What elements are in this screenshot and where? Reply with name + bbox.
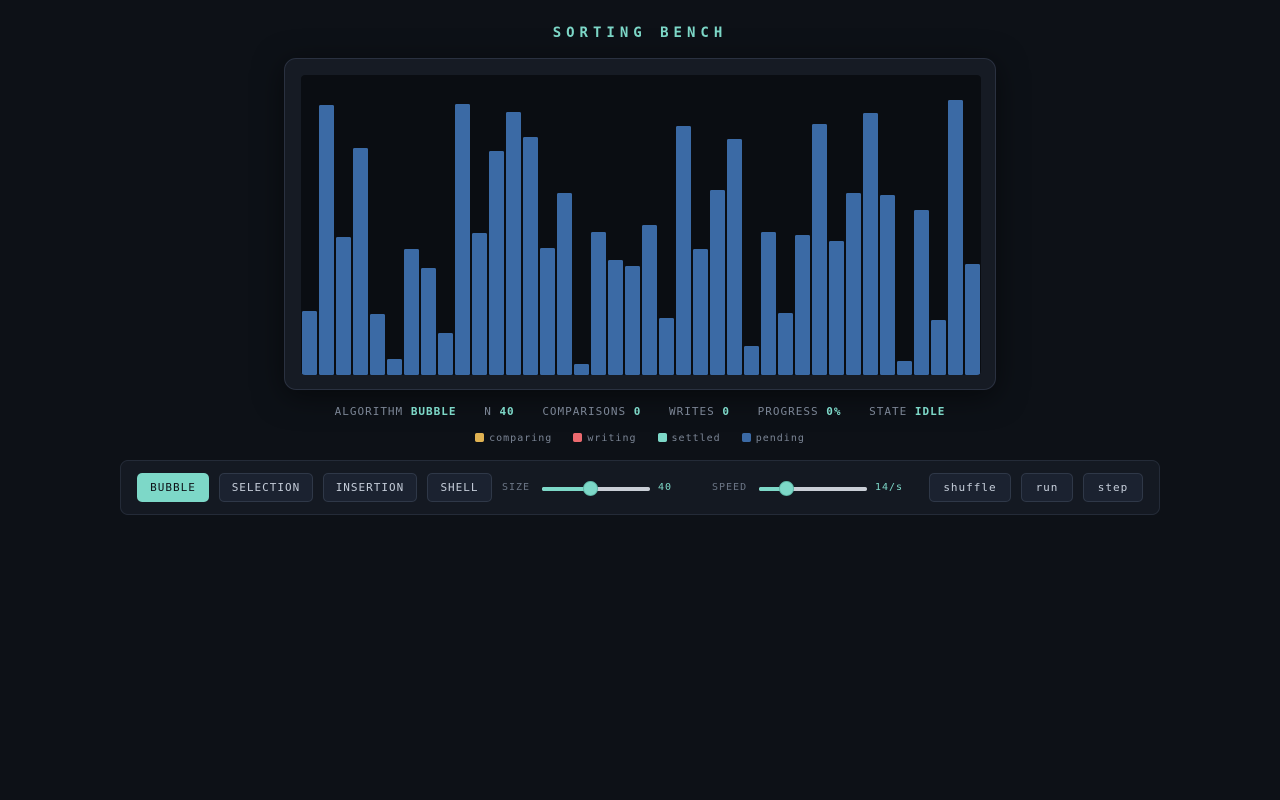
stat-progress-value: 0% [826, 405, 842, 418]
stat-n-label: N [484, 405, 492, 418]
array-bar [523, 137, 538, 375]
speed-slider-thumb[interactable] [779, 481, 794, 496]
array-bar [812, 124, 827, 375]
control-panel: BUBBLE SELECTION INSERTION SHELL SIZE 40… [120, 460, 1160, 515]
stat-progress-label: PROGRESS [757, 405, 819, 418]
stat-state-label: STATE [869, 405, 908, 418]
array-bar [931, 320, 946, 375]
array-bar [557, 193, 572, 375]
array-bar [421, 268, 436, 375]
step-button[interactable]: step [1083, 473, 1143, 502]
settled-swatch [657, 433, 667, 442]
legend-item-pending: pending [741, 433, 805, 445]
legend-label: comparing [489, 433, 553, 444]
array-bar [608, 260, 623, 375]
array-bar [778, 313, 793, 375]
stat-state: STATE IDLE [869, 405, 945, 418]
legend-label: settled [671, 433, 721, 444]
array-bar [302, 311, 317, 375]
stat-n-value: 40 [499, 405, 515, 418]
array-bar [727, 139, 742, 375]
algorithm-button-bubble[interactable]: BUBBLE [137, 473, 209, 502]
array-bar [472, 233, 487, 375]
stat-comparisons: COMPARISONS 0 [542, 405, 641, 418]
size-slider-thumb[interactable] [582, 481, 598, 496]
array-bar [710, 190, 725, 375]
legend-item-writing: writing [573, 433, 636, 445]
array-bar [744, 346, 759, 375]
stat-progress: PROGRESS 0% [758, 405, 842, 418]
array-bar [914, 210, 929, 375]
speed-label: SPEED [712, 482, 748, 493]
array-bar [846, 193, 861, 375]
array-bar [574, 364, 589, 375]
array-bar [659, 318, 674, 375]
array-bar [489, 151, 504, 375]
stat-comparisons-value: 0 [633, 405, 642, 418]
size-slider[interactable] [542, 481, 650, 496]
writing-swatch [573, 433, 583, 442]
array-bar [506, 112, 521, 375]
array-bar [897, 361, 912, 375]
array-bar [540, 248, 555, 375]
stat-n: N 40 [484, 405, 515, 418]
array-bar [455, 104, 470, 375]
stat-writes-value: 0 [722, 405, 731, 418]
array-bar [387, 359, 402, 375]
speed-slider[interactable] [759, 481, 867, 496]
array-bar [370, 314, 385, 375]
legend: comparing writing settled pending [0, 433, 1280, 445]
stat-state-value: IDLE [914, 405, 946, 418]
algorithm-button-insertion[interactable]: INSERTION [323, 473, 417, 502]
array-bar [880, 195, 895, 375]
shuffle-button[interactable]: shuffle [929, 473, 1011, 502]
stat-algorithm-label: ALGORITHM [334, 405, 404, 418]
array-bars [302, 100, 980, 375]
legend-label: pending [755, 433, 805, 444]
algorithm-button-selection[interactable]: SELECTION [219, 473, 313, 502]
size-value: 40 [658, 482, 673, 493]
array-bar [761, 232, 776, 375]
page-title: SORTING BENCH [552, 25, 728, 41]
array-bar [676, 126, 691, 375]
array-bar [795, 235, 810, 375]
stats-line: ALGORITHM BUBBLE N 40 COMPARISONS 0 WRIT… [0, 405, 1280, 418]
visualizer-frame [284, 58, 996, 390]
stat-algorithm-value: BUBBLE [410, 405, 457, 418]
run-button[interactable]: run [1021, 473, 1073, 502]
speed-value: 14/s [875, 482, 904, 493]
legend-item-settled: settled [657, 433, 721, 445]
legend-item-comparing: comparing [475, 433, 552, 445]
array-bar [591, 232, 606, 375]
legend-label: writing [587, 433, 637, 444]
array-bar [625, 266, 640, 375]
stat-writes: WRITES 0 [669, 405, 730, 418]
pending-swatch [741, 433, 751, 442]
array-bar [965, 264, 980, 375]
array-bar [353, 148, 368, 375]
array-bar [438, 333, 453, 375]
array-bar [863, 113, 878, 375]
array-bar [319, 105, 334, 375]
array-bar [948, 100, 963, 375]
comparing-swatch [475, 433, 485, 442]
stat-writes-label: WRITES [669, 405, 715, 418]
size-label: SIZE [502, 482, 531, 493]
bar-stage [301, 75, 981, 375]
stat-comparisons-label: COMPARISONS [542, 405, 627, 418]
array-bar [642, 225, 657, 375]
array-bar [829, 241, 844, 375]
array-bar [693, 249, 708, 375]
algorithm-button-shell[interactable]: SHELL [427, 473, 492, 502]
array-bar [336, 237, 351, 375]
stat-algorithm: ALGORITHM BUBBLE [335, 405, 457, 418]
array-bar [404, 249, 419, 375]
